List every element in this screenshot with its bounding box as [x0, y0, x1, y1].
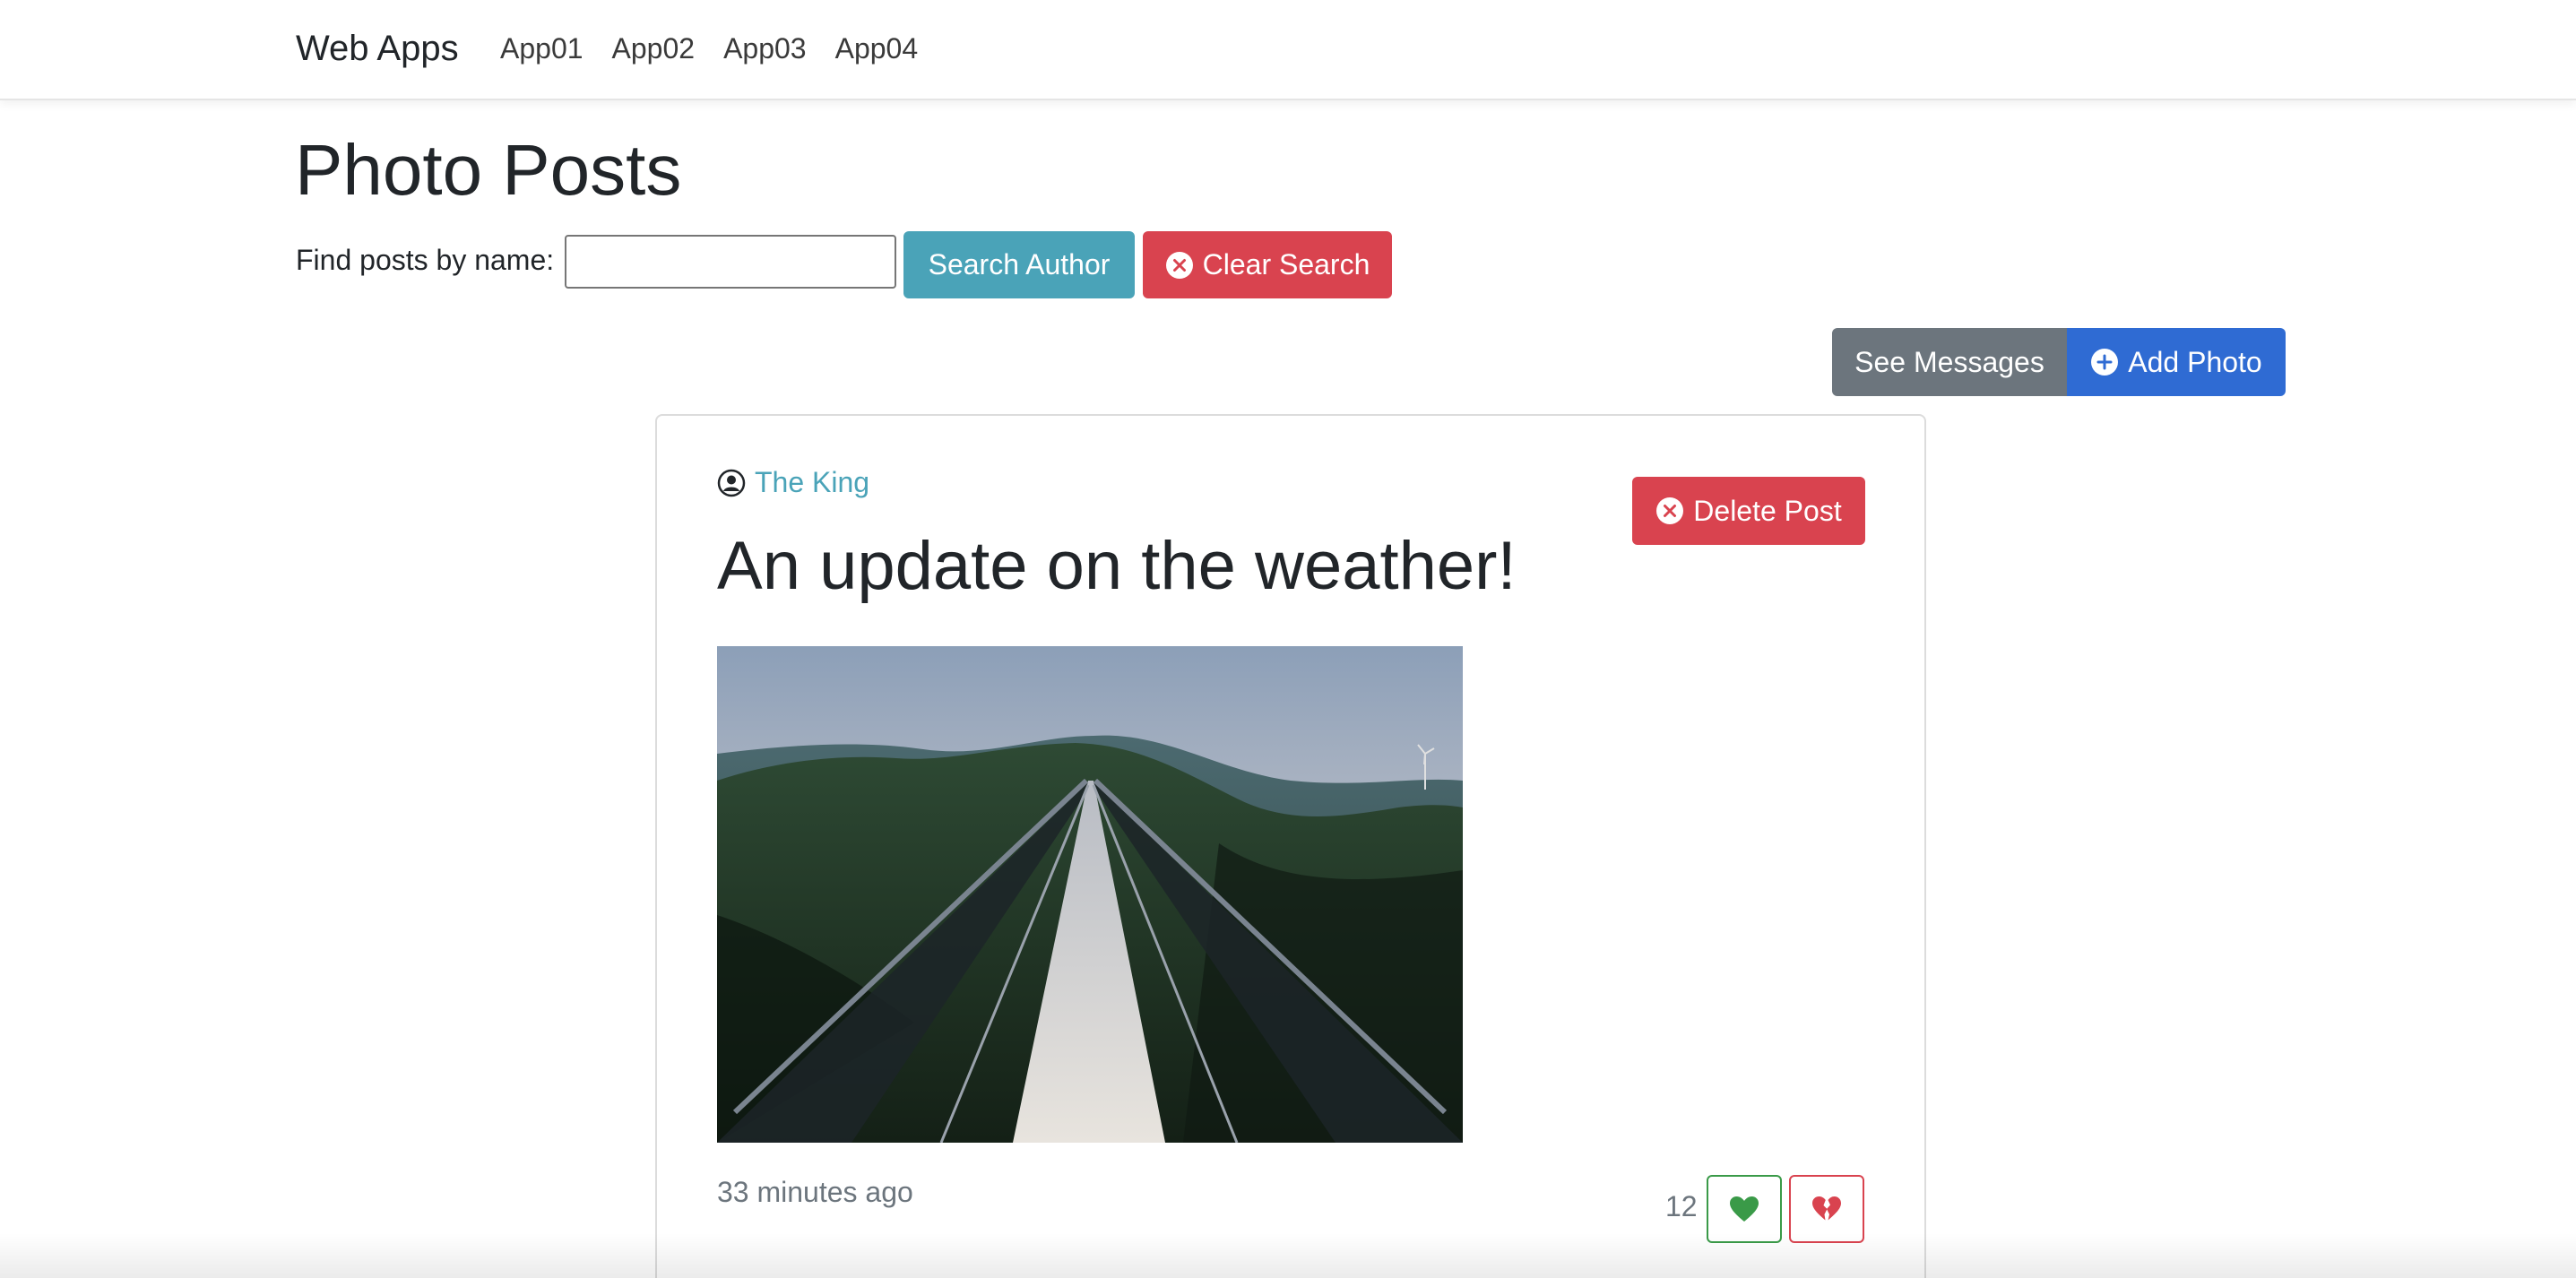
page-title: Photo Posts [295, 130, 682, 210]
clear-search-button[interactable]: Clear Search [1143, 231, 1392, 298]
add-photo-label: Add Photo [2128, 345, 2262, 378]
x-circle-icon [1655, 497, 1684, 525]
x-circle-icon [1165, 251, 1194, 280]
broken-heart-icon [1811, 1196, 1842, 1222]
post-timestamp: 33 minutes ago [717, 1176, 913, 1208]
delete-post-button[interactable]: Delete Post [1632, 477, 1865, 545]
post-photo [717, 646, 1463, 1143]
like-button[interactable] [1707, 1175, 1782, 1243]
clear-search-label: Clear Search [1202, 248, 1370, 281]
plus-circle-icon [2090, 348, 2119, 376]
search-input[interactable] [565, 235, 896, 289]
author-link[interactable]: The King [755, 466, 869, 499]
person-circle-icon [717, 469, 746, 497]
brand-link[interactable]: Web Apps [296, 29, 459, 69]
search-label: Find posts by name: [296, 244, 555, 276]
search-author-label: Search Author [928, 248, 1111, 281]
nav-link-app02[interactable]: App02 [612, 32, 696, 65]
heart-icon [1729, 1196, 1759, 1222]
search-author-button[interactable]: Search Author [903, 231, 1135, 298]
navbar: Web Apps App01 App02 App03 App04 [0, 0, 2576, 100]
nav-links: App01 App02 App03 App04 [500, 32, 918, 65]
nav-link-app03[interactable]: App03 [723, 32, 807, 65]
post-title: An update on the weather! [717, 528, 1517, 604]
post-author: The King [717, 466, 869, 499]
nav-link-app04[interactable]: App04 [835, 32, 919, 65]
dislike-button[interactable] [1789, 1175, 1864, 1243]
see-messages-button[interactable]: See Messages [1832, 328, 2067, 396]
add-photo-button[interactable]: Add Photo [2067, 328, 2286, 396]
delete-post-label: Delete Post [1693, 494, 1842, 527]
like-count: 12 [1665, 1190, 1698, 1222]
nav-link-app01[interactable]: App01 [500, 32, 583, 65]
see-messages-label: See Messages [1854, 345, 2044, 378]
